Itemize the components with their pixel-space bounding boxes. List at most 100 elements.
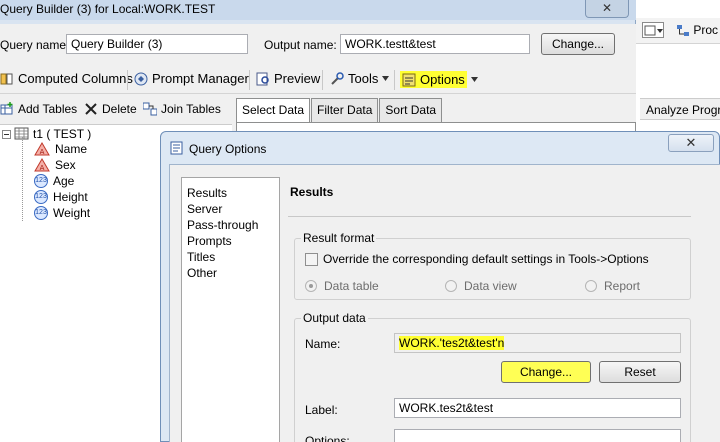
toolbar-divider — [127, 70, 128, 90]
window-close-button[interactable]: ✕ — [585, 0, 629, 18]
options-icon — [402, 73, 416, 86]
nav-item-prompts[interactable]: Prompts — [182, 234, 279, 250]
report-label: Report — [604, 279, 641, 293]
nav-item-results[interactable]: Results — [182, 186, 279, 202]
tab-select-data[interactable]: Select Data — [236, 98, 311, 123]
tree-root-label: t1 ( TEST ) — [33, 127, 92, 141]
report-radio[interactable] — [585, 280, 597, 292]
delete-button[interactable]: Delete — [84, 102, 137, 116]
delete-label: Delete — [102, 102, 137, 116]
preview-label: Preview — [274, 71, 321, 86]
dialog-title: Query Options — [189, 142, 267, 156]
tools-menu-button[interactable]: Tools — [330, 71, 390, 86]
nav-item-pass-through[interactable]: Pass-through — [182, 218, 279, 234]
result-format-group: Result format Override the corresponding… — [294, 231, 691, 300]
label-input[interactable]: WORK.tes2t&test — [394, 398, 681, 418]
join-tables-icon — [143, 102, 157, 116]
join-tables-label: Join Tables — [161, 102, 221, 116]
options-label: Options — [420, 72, 465, 87]
computed-columns-icon — [0, 73, 13, 84]
options-nav-list: Results Server Pass-through Prompts Titl… — [181, 177, 280, 442]
toolbar-divider — [322, 70, 323, 90]
add-tables-label: Add Tables — [18, 102, 78, 116]
tab-sort-data[interactable]: Sort Data — [379, 98, 443, 122]
query-options-icon — [170, 141, 183, 155]
add-table-icon — [0, 102, 13, 115]
reset-button[interactable]: Reset — [599, 361, 681, 383]
nav-item-server[interactable]: Server — [182, 202, 279, 218]
output-data-label: Output data — [301, 311, 368, 325]
svg-text:A: A — [40, 164, 45, 172]
prompt-manager-icon — [134, 72, 148, 85]
chevron-down-icon — [470, 77, 478, 82]
tree-connector — [22, 137, 32, 221]
proc-button[interactable]: Proc — [676, 23, 718, 38]
tools-label: Tools — [348, 71, 379, 86]
collapse-icon[interactable] — [2, 129, 11, 139]
override-label: Override the corresponding default setti… — [323, 252, 649, 266]
join-tables-button[interactable]: Join Tables — [143, 102, 221, 116]
window-titlebar: Query Builder (3) for Local:WORK.TEST ✕ — [0, 0, 636, 20]
toolbar-divider — [394, 70, 395, 90]
nav-item-titles[interactable]: Titles — [182, 250, 279, 266]
flow-icon — [677, 24, 689, 36]
column-label: Weight — [53, 206, 91, 220]
change-button[interactable]: Change... — [501, 361, 591, 383]
numeric-column-icon: 123 — [34, 174, 48, 188]
background-toolbar: Proc — [636, 18, 720, 44]
output-name-label: Name: — [305, 337, 341, 351]
output-name-field: WORK.'tes2t&test'n — [394, 333, 681, 353]
column-label: Sex — [55, 158, 76, 172]
output-data-group: Output data Name: WORK.'tes2t&test'n Cha… — [294, 311, 691, 442]
dropdown-icon[interactable] — [642, 22, 664, 38]
tree-column-weight[interactable]: 123 Weight — [34, 206, 90, 220]
dialog-close-button[interactable]: ✕ — [668, 134, 714, 152]
dialog-titlebar: Query Options ✕ — [161, 132, 720, 162]
tree-column-name[interactable]: A Name — [34, 142, 87, 156]
proc-label: Proc — [693, 23, 719, 37]
options-menu-button[interactable]: Options — [400, 71, 478, 88]
output-name-input[interactable]: WORK.testt&test — [340, 34, 530, 54]
nav-item-other[interactable]: Other — [182, 266, 279, 282]
table-toolbar: Add Tables Delete Join Tables — [0, 96, 232, 120]
chevron-down-icon — [382, 76, 390, 81]
add-tables-button[interactable]: Add Tables — [0, 102, 77, 116]
output-name-value: WORK.'tes2t&test'n — [399, 336, 505, 350]
character-column-icon: A — [34, 142, 50, 156]
query-name-input[interactable]: Query Builder (3) — [66, 34, 248, 54]
tree-root-item[interactable]: t1 ( TEST ) — [2, 127, 91, 141]
data-view-radio[interactable] — [445, 280, 457, 292]
change-output-button[interactable]: Change... — [541, 33, 615, 55]
window-title: Query Builder (3) for Local:WORK.TEST — [0, 2, 216, 16]
dialog-content: Results Server Pass-through Prompts Titl… — [169, 164, 720, 442]
options-input[interactable] — [394, 429, 681, 442]
analyze-program-tab[interactable]: Analyze Progra — [640, 98, 720, 120]
tab-filter-data[interactable]: Filter Data — [311, 98, 379, 122]
override-checkbox[interactable] — [305, 253, 318, 266]
tree-column-age[interactable]: 123 Age — [34, 174, 74, 188]
builder-tabs: Select Data Filter Data Sort Data — [236, 98, 443, 123]
computed-columns-label: Computed Columns — [18, 71, 133, 86]
tree-column-sex[interactable]: A Sex — [34, 158, 76, 172]
data-table-label: Data table — [324, 279, 379, 293]
section-title: Results — [290, 185, 334, 199]
delete-icon — [85, 103, 97, 115]
character-column-icon: A — [34, 158, 50, 172]
data-view-label: Data view — [464, 279, 517, 293]
query-options-dialog: Query Options ✕ Results Server Pass-thro… — [160, 131, 720, 442]
query-name-label: Query name: — [0, 38, 70, 52]
prompt-manager-label: Prompt Manager — [152, 71, 249, 86]
prompt-manager-button[interactable]: Prompt Manager — [134, 71, 249, 86]
preview-button[interactable]: Preview — [256, 71, 320, 86]
column-label: Height — [53, 190, 88, 204]
output-name-label: Output name: — [264, 38, 337, 52]
computed-columns-button[interactable]: Computed Columns — [0, 71, 133, 86]
result-format-label: Result format — [301, 231, 377, 245]
numeric-column-icon: 123 — [34, 190, 48, 204]
section-divider — [288, 216, 691, 217]
toolbar-divider — [249, 70, 250, 90]
column-label: Age — [53, 174, 75, 188]
tree-column-height[interactable]: 123 Height — [34, 190, 88, 204]
data-table-radio[interactable] — [305, 280, 317, 292]
options-highlight: Options — [400, 71, 467, 88]
